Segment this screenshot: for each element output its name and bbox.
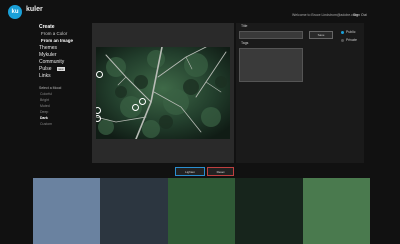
tags-input[interactable] bbox=[239, 48, 303, 82]
nav-themes[interactable]: Themes bbox=[39, 45, 57, 51]
nav-from-color[interactable]: From a Color bbox=[41, 31, 67, 36]
mood-header: Select a Mood bbox=[39, 86, 62, 90]
nav-links[interactable]: Links bbox=[39, 73, 51, 79]
source-photo bbox=[96, 47, 230, 139]
color-swatches bbox=[33, 178, 371, 244]
title-label: Title bbox=[241, 24, 248, 28]
mood-muted[interactable]: Muted bbox=[40, 104, 50, 108]
kuler-logo[interactable]: ku bbox=[8, 5, 22, 19]
swatch-4[interactable] bbox=[235, 178, 303, 244]
private-label: Private bbox=[346, 38, 357, 42]
swatch-1[interactable] bbox=[33, 178, 101, 244]
color-picker-marker-5[interactable] bbox=[132, 104, 139, 111]
save-button-label: Save bbox=[317, 33, 325, 37]
nav-mykuler[interactable]: Mykuler bbox=[39, 52, 57, 58]
sign-out-link[interactable]: Sign Out bbox=[353, 13, 367, 17]
mood-bright[interactable]: Bright bbox=[40, 98, 49, 102]
swatch-5[interactable] bbox=[302, 178, 371, 244]
nav-create[interactable]: Create bbox=[39, 24, 55, 30]
swatch-3[interactable] bbox=[167, 178, 236, 244]
nav-from-image[interactable]: From an Image bbox=[41, 38, 73, 43]
save-button[interactable]: Save bbox=[309, 31, 333, 39]
swatch-2[interactable] bbox=[100, 178, 168, 244]
public-radio[interactable] bbox=[341, 31, 344, 34]
pulse-new-badge: new bbox=[57, 67, 65, 71]
brand-name: kuler bbox=[26, 6, 43, 13]
private-radio[interactable] bbox=[341, 39, 344, 42]
mood-deep[interactable]: Deep bbox=[40, 110, 48, 114]
lighten-button[interactable]: Lighten bbox=[175, 167, 205, 176]
forest-photo-image bbox=[96, 47, 230, 139]
save-panel bbox=[236, 23, 364, 163]
public-label: Public bbox=[346, 30, 356, 34]
mood-custom[interactable]: Custom bbox=[40, 122, 52, 126]
reset-button[interactable]: Reset bbox=[207, 167, 234, 176]
tags-label: Tags bbox=[241, 41, 249, 45]
nav-pulse[interactable]: Pulse bbox=[39, 66, 52, 72]
color-picker-marker-2[interactable] bbox=[139, 98, 146, 105]
title-input[interactable] bbox=[239, 31, 303, 39]
nav-community[interactable]: Community bbox=[39, 59, 64, 65]
mood-dark[interactable]: Dark bbox=[40, 116, 48, 120]
color-picker-marker-1[interactable] bbox=[96, 71, 103, 78]
welcome-text: Welcome to Bruce Lindstrom@adobe.com bbox=[292, 13, 358, 17]
mood-colorful[interactable]: Colorful bbox=[40, 92, 52, 96]
